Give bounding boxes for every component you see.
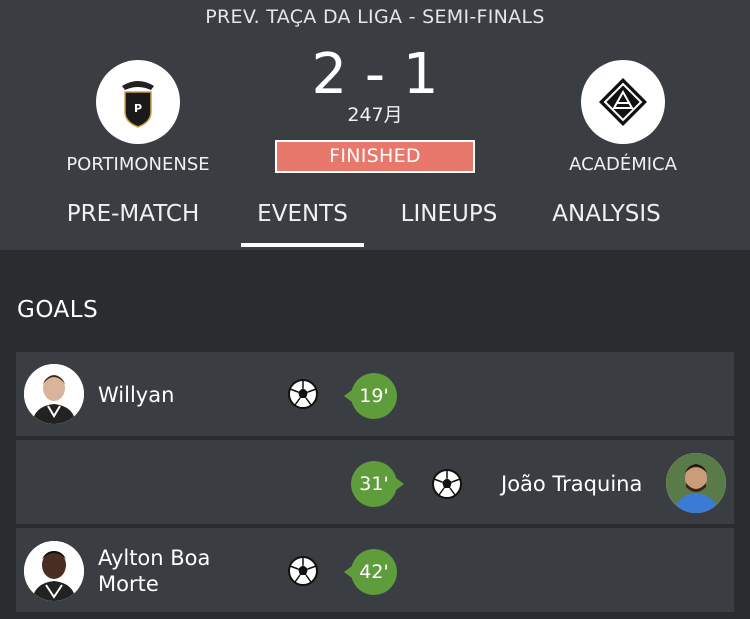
- tab-lineups[interactable]: LINEUPS: [386, 195, 512, 250]
- soccer-ball-icon: [288, 556, 318, 586]
- player-name: João Traquina: [501, 472, 643, 496]
- tab-analysis[interactable]: ANALYSIS: [538, 195, 675, 250]
- player-avatar: [666, 453, 726, 513]
- goal-minute: 19': [359, 385, 389, 407]
- competition-title: PREV. TAÇA DA LIGA - SEMI-FINALS: [205, 6, 545, 28]
- match-status-badge: FINISHED: [275, 140, 475, 173]
- away-team-name: ACADÉMICA: [569, 154, 677, 175]
- goal-minute-badge: 31': [351, 461, 404, 507]
- match-header: PREV. TAÇA DA LIGA - SEMI-FINALS P PORTI…: [0, 0, 750, 250]
- soccer-ball-icon: [288, 379, 318, 409]
- player-avatar: [24, 364, 84, 424]
- goal-event-row[interactable]: Aylton Boa Morte 42': [16, 528, 734, 612]
- tab-pre-match[interactable]: PRE-MATCH: [50, 195, 216, 250]
- away-team[interactable]: ACADÉMICA: [533, 60, 713, 175]
- home-team[interactable]: P PORTIMONENSE: [48, 60, 228, 175]
- goals-section-title: GOALS: [17, 297, 99, 323]
- goal-minute-badge: 19': [344, 373, 397, 419]
- goal-minute: 31': [359, 473, 389, 495]
- player-name: Willyan: [98, 383, 175, 407]
- portimonense-crest-icon: P: [122, 81, 154, 128]
- player-avatar: [24, 541, 84, 601]
- goal-minute-badge: 42': [344, 549, 397, 595]
- home-team-crest: P: [96, 60, 180, 144]
- match-date: 247月: [347, 104, 403, 126]
- svg-text:P: P: [134, 102, 142, 115]
- goal-event-row[interactable]: Willyan 19': [16, 352, 734, 436]
- match-tabs: PRE-MATCH EVENTS LINEUPS ANALYSIS: [0, 195, 750, 250]
- soccer-ball-icon: [432, 469, 462, 499]
- home-team-name: PORTIMONENSE: [66, 154, 210, 175]
- goal-event-row[interactable]: 31' João Traquina: [16, 440, 734, 524]
- player-name: Aylton Boa Morte: [98, 546, 211, 596]
- away-team-crest: [581, 60, 665, 144]
- academica-crest-icon: [599, 78, 647, 126]
- tab-events[interactable]: EVENTS: [241, 195, 364, 250]
- goal-minute: 42': [359, 561, 389, 583]
